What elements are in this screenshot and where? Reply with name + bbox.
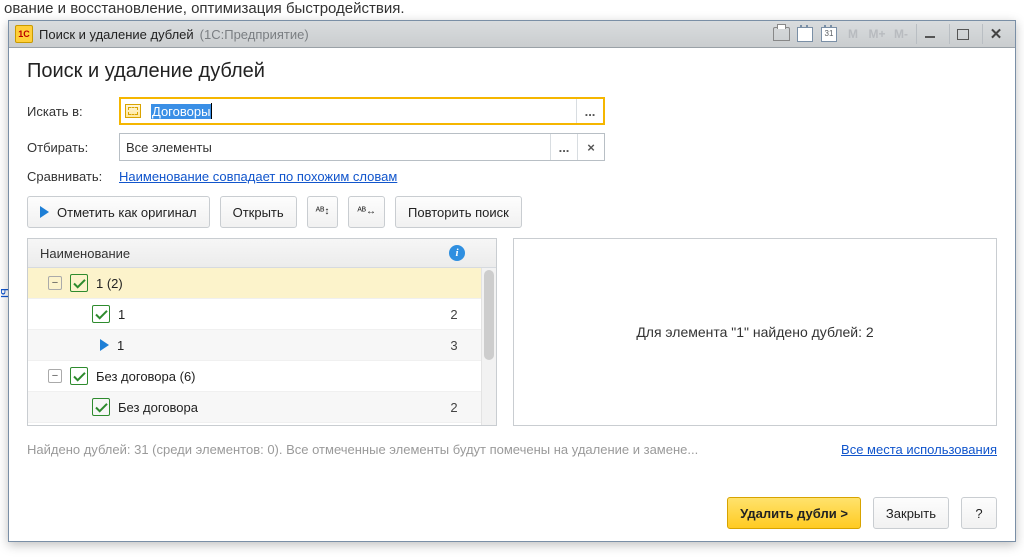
grid-col-name[interactable]: Наименование — [28, 246, 432, 261]
status-text: Найдено дублей: 31 (среди элементов: 0).… — [27, 442, 827, 457]
window-subtitle: (1С:Предприятие) — [200, 27, 309, 42]
titlebar: 1С Поиск и удаление дублей (1С:Предприят… — [9, 21, 1015, 48]
row-label: Без договора — [110, 400, 426, 415]
arrow-right-icon — [40, 206, 49, 218]
repeat-search-button[interactable]: Повторить поиск — [395, 196, 522, 228]
search-in-field[interactable]: Договоры ... — [119, 97, 605, 125]
duplicates-grid: Наименование i − 1 (2)1213− Без договора… — [27, 238, 497, 426]
memory-mminus-icon: М- — [892, 25, 910, 43]
row-count: 2 — [426, 307, 482, 322]
filter-value: Все элементы — [120, 134, 550, 160]
compare-label: Сравнивать: — [27, 169, 113, 184]
filter-field[interactable]: Все элементы ... × — [119, 133, 605, 161]
row-label: 1 (2) — [88, 276, 426, 291]
app-logo-icon: 1С — [15, 25, 33, 43]
grid-col-info[interactable]: i — [432, 245, 482, 261]
delete-duplicates-label: Удалить дубли > — [740, 506, 848, 521]
compare-rules-link[interactable]: Наименование совпадает по похожим словам — [119, 169, 397, 184]
toolbar-icon-1-button[interactable]: ᴬᴮ↕ — [307, 196, 339, 228]
help-label: ? — [975, 506, 982, 521]
maximize-button[interactable] — [949, 24, 976, 44]
row-label: 1 — [109, 338, 426, 353]
search-in-choose-button[interactable]: ... — [576, 99, 603, 123]
delete-duplicates-button[interactable]: Удалить дубли > — [727, 497, 861, 529]
mark-original-button[interactable]: Отметить как оригинал — [27, 196, 210, 228]
row-count: 3 — [426, 338, 482, 353]
filter-clear-button[interactable]: × — [577, 134, 604, 160]
search-in-value: Договоры — [151, 104, 211, 119]
close-button[interactable]: ✕ — [982, 24, 1009, 44]
swap-icon: ᴬᴮ↔ — [357, 207, 376, 217]
checkbox[interactable] — [92, 305, 110, 323]
page-title: Поиск и удаление дублей — [27, 60, 997, 83]
vertical-scrollbar[interactable] — [481, 268, 496, 425]
row-label: Без договора (6) — [88, 369, 426, 384]
info-icon: i — [449, 245, 465, 261]
grid-row[interactable]: − 1 (2) — [28, 268, 482, 299]
help-button[interactable]: ? — [961, 497, 997, 529]
close-dialog-button[interactable]: Закрыть — [873, 497, 949, 529]
open-label: Открыть — [233, 205, 284, 220]
checkbox[interactable] — [70, 367, 88, 385]
grid-row[interactable]: 12 — [28, 299, 482, 330]
sort-icon: ᴬᴮ↕ — [316, 207, 330, 217]
tree-toggle-icon[interactable]: − — [48, 276, 62, 290]
search-in-label: Искать в: — [27, 104, 113, 119]
all-usages-link[interactable]: Все места использования — [841, 442, 997, 457]
filter-choose-button[interactable]: ... — [550, 134, 577, 160]
preview-panel: Для элемента "1" найдено дублей: 2 — [513, 238, 997, 426]
grid-row[interactable]: Без договора2 — [28, 392, 482, 423]
calendar-day-icon[interactable]: 31 — [820, 25, 838, 43]
row-label: 1 — [110, 307, 426, 322]
modal-window: 1С Поиск и удаление дублей (1С:Предприят… — [8, 20, 1016, 542]
calendar-icon[interactable] — [796, 25, 814, 43]
preview-message: Для элемента "1" найдено дублей: 2 — [514, 324, 996, 340]
grid-row[interactable]: 13 — [28, 330, 482, 361]
window-title: Поиск и удаление дублей — [39, 27, 194, 42]
minimize-button[interactable] — [916, 24, 943, 44]
register-icon — [121, 99, 145, 123]
print-icon[interactable] — [772, 25, 790, 43]
filter-label: Отбирать: — [27, 140, 113, 155]
toolbar-icon-2-button[interactable]: ᴬᴮ↔ — [348, 196, 385, 228]
original-arrow-icon — [100, 339, 109, 351]
toolbar: Отметить как оригинал Открыть ᴬᴮ↕ ᴬᴮ↔ По… — [27, 196, 997, 228]
mark-original-label: Отметить как оригинал — [57, 205, 197, 220]
background-text: ование и восстановление, оптимизация быс… — [0, 0, 409, 17]
open-button[interactable]: Открыть — [220, 196, 297, 228]
memory-mplus-icon: М+ — [868, 25, 886, 43]
row-count: 2 — [426, 400, 482, 415]
grid-row[interactable]: − Без договора (6) — [28, 361, 482, 392]
checkbox[interactable] — [70, 274, 88, 292]
grid-body[interactable]: − 1 (2)1213− Без договора (6)Без договор… — [28, 268, 482, 425]
checkbox[interactable] — [92, 398, 110, 416]
close-dialog-label: Закрыть — [886, 506, 936, 521]
tree-toggle-icon[interactable]: − — [48, 369, 62, 383]
repeat-search-label: Повторить поиск — [408, 205, 509, 220]
memory-m-icon: М — [844, 25, 862, 43]
